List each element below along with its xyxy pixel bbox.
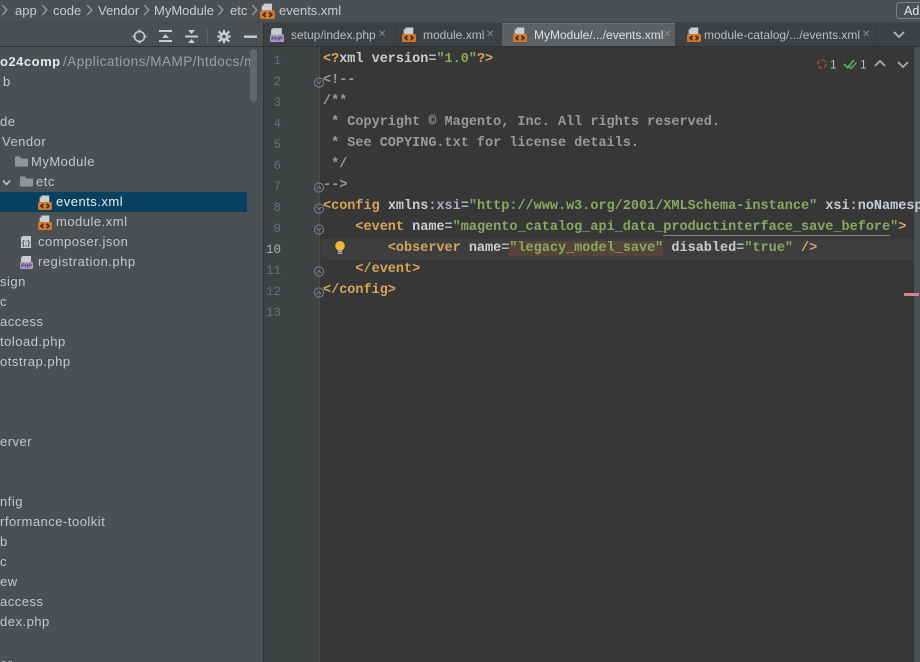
svg-text:1: 1 [860,58,867,72]
svg-text:1: 1 [830,58,837,72]
